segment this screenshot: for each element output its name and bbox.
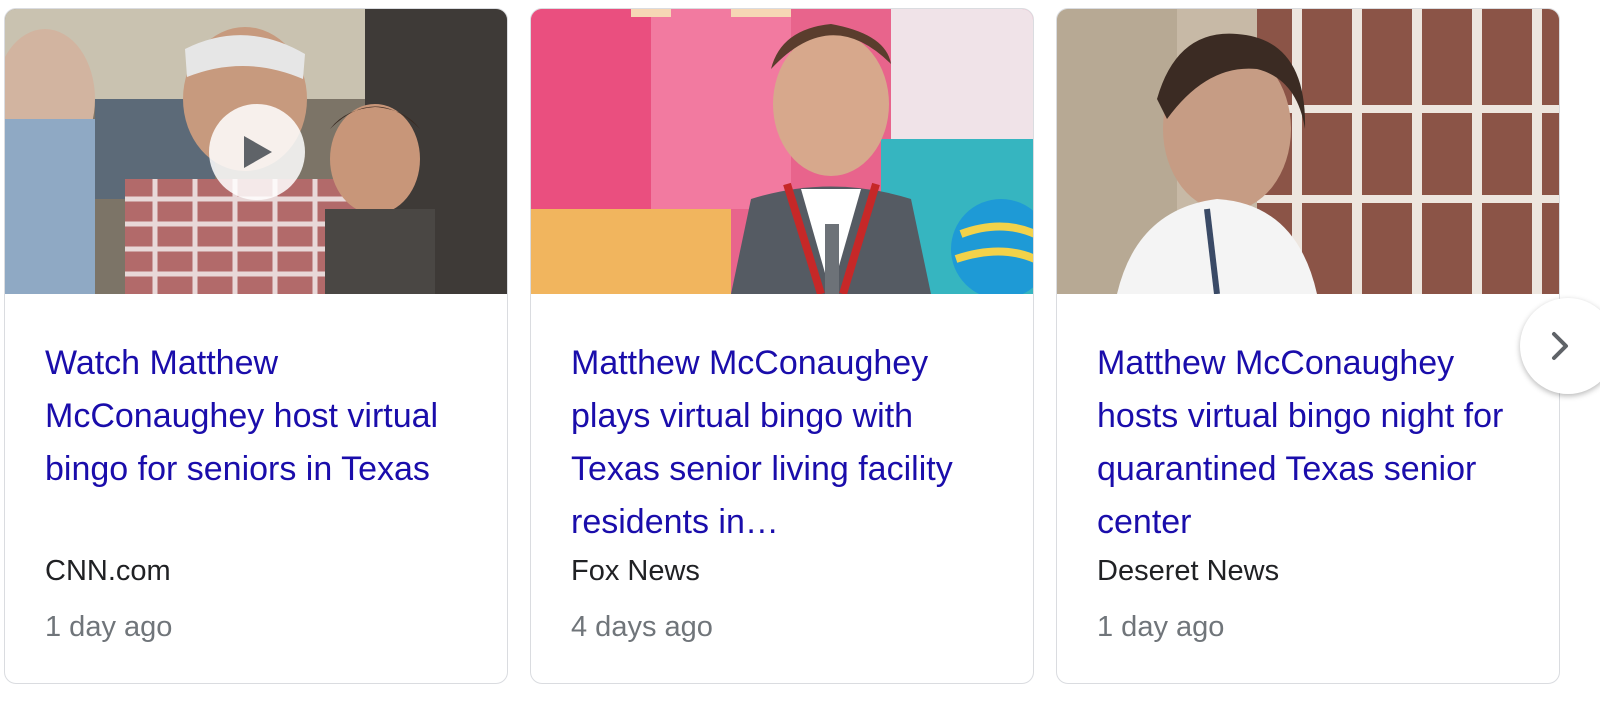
news-thumbnail[interactable] — [5, 9, 507, 294]
play-icon — [244, 136, 272, 168]
news-thumbnail[interactable] — [531, 9, 1033, 294]
play-button[interactable] — [209, 104, 305, 200]
thumbnail-image — [531, 9, 1033, 294]
news-carousel: Watch Matthew McConaughey host virtual b… — [0, 0, 1600, 703]
news-headline[interactable]: Watch Matthew McConaughey host virtual b… — [45, 337, 475, 496]
news-source: Fox News — [571, 555, 700, 587]
news-card[interactable]: Matthew McConaughey plays virtual bingo … — [530, 8, 1034, 684]
news-headline[interactable]: Matthew McConaughey plays virtual bingo … — [571, 337, 1001, 549]
news-card[interactable]: Watch Matthew McConaughey host virtual b… — [4, 8, 508, 684]
news-headline[interactable]: Matthew McConaughey hosts virtual bingo … — [1097, 337, 1527, 549]
news-source: Deseret News — [1097, 555, 1280, 587]
news-time: 1 day ago — [1097, 611, 1225, 643]
news-thumbnail[interactable] — [1057, 9, 1559, 294]
news-time: 1 day ago — [45, 611, 173, 643]
thumbnail-image — [1057, 9, 1559, 294]
news-time: 4 days ago — [571, 611, 713, 643]
news-source: CNN.com — [45, 555, 171, 587]
chevron-right-icon — [1552, 332, 1568, 360]
news-card[interactable]: Matthew McConaughey hosts virtual bingo … — [1056, 8, 1560, 684]
